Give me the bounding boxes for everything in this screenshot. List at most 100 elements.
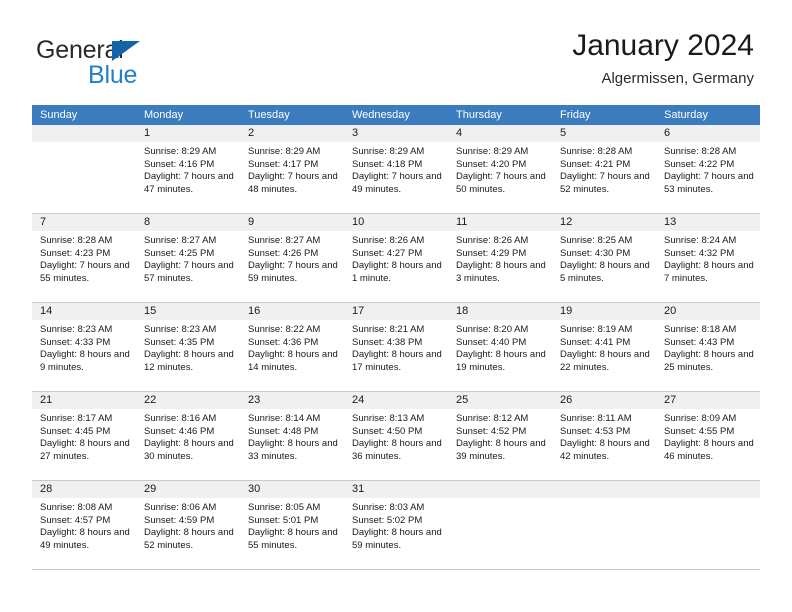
sunrise-text: Sunrise: 8:29 AM [456, 146, 529, 157]
sunset-text: Sunset: 4:21 PM [560, 158, 631, 170]
sunset-text: Sunset: 4:32 PM [664, 247, 735, 259]
sunset-text: Sunset: 4:57 PM [40, 514, 111, 526]
day-sun-info: Sunrise: 8:21 AM Sunset: 4:38 PM Daylight:… [344, 320, 448, 374]
sunrise-text: Sunrise: 8:06 AM [144, 502, 217, 513]
calendar-day-cell[interactable]: 7 Sunrise: 8:28 AM Sunset: 4:23 PM Daylight… [32, 214, 136, 302]
calendar-day-cell[interactable]: 5 Sunrise: 8:28 AM Sunset: 4:21 PM Daylight… [552, 125, 656, 213]
calendar-day-cell[interactable]: 30 Sunrise: 8:05 AM Sunset: 5:01 PM Dayligh… [240, 481, 344, 569]
day-sun-info: Sunrise: 8:08 AM Sunset: 4:57 PM Daylight:… [32, 498, 136, 552]
day-sun-info: Sunrise: 8:29 AM Sunset: 4:16 PM Daylight:… [136, 142, 240, 196]
sunset-text: Sunset: 4:59 PM [144, 514, 215, 526]
daylight-text: Daylight: 7 hours and 47 minutes. [144, 171, 234, 195]
day-number: 22 [136, 392, 240, 409]
calendar-day-cell[interactable]: 6 Sunrise: 8:28 AM Sunset: 4:22 PM Daylight… [656, 125, 760, 213]
calendar-day-cell[interactable]: 12 Sunrise: 8:25 AM Sunset: 4:30 PM Dayligh… [552, 214, 656, 302]
calendar-day-cell[interactable]: 25 Sunrise: 8:12 AM Sunset: 4:52 PM Dayligh… [448, 392, 552, 480]
sunset-text: Sunset: 4:35 PM [144, 336, 215, 348]
calendar-day-cell[interactable]: 17 Sunrise: 8:21 AM Sunset: 4:38 PM Dayligh… [344, 303, 448, 391]
calendar-day-cell[interactable]: 31 Sunrise: 8:03 AM Sunset: 5:02 PM Dayligh… [344, 481, 448, 569]
sunrise-text: Sunrise: 8:27 AM [144, 235, 217, 246]
day-number: 23 [240, 392, 344, 409]
weekday-header-row: Sunday Monday Tuesday Wednesday Thursday… [32, 105, 760, 125]
day-sun-info: Sunrise: 8:05 AM Sunset: 5:01 PM Daylight:… [240, 498, 344, 552]
calendar-day-cell[interactable]: 14 Sunrise: 8:23 AM Sunset: 4:33 PM Dayligh… [32, 303, 136, 391]
day-number: 7 [32, 214, 136, 231]
daylight-text: Daylight: 7 hours and 48 minutes. [248, 171, 338, 195]
day-number: 15 [136, 303, 240, 320]
sunset-text: Sunset: 4:25 PM [144, 247, 215, 259]
calendar-day-cell[interactable]: 19 Sunrise: 8:19 AM Sunset: 4:41 PM Dayligh… [552, 303, 656, 391]
sunrise-text: Sunrise: 8:29 AM [248, 146, 321, 157]
day-number: 27 [656, 392, 760, 409]
calendar-day-cell[interactable]: 20 Sunrise: 8:18 AM Sunset: 4:43 PM Dayligh… [656, 303, 760, 391]
day-number: 31 [344, 481, 448, 498]
day-number: 8 [136, 214, 240, 231]
calendar-day-cell[interactable]: 2 Sunrise: 8:29 AM Sunset: 4:17 PM Daylight… [240, 125, 344, 213]
sunrise-text: Sunrise: 8:23 AM [144, 324, 217, 335]
day-number: 16 [240, 303, 344, 320]
calendar-day-cell[interactable]: 27 Sunrise: 8:09 AM Sunset: 4:55 PM Dayligh… [656, 392, 760, 480]
sunrise-text: Sunrise: 8:25 AM [560, 235, 633, 246]
day-number: 25 [448, 392, 552, 409]
day-sun-info: Sunrise: 8:09 AM Sunset: 4:55 PM Daylight:… [656, 409, 760, 463]
daylight-text: Daylight: 7 hours and 49 minutes. [352, 171, 442, 195]
sunset-text: Sunset: 4:17 PM [248, 158, 319, 170]
general-blue-logo[interactable]: General Blue [36, 36, 236, 90]
calendar-day-cell[interactable]: 23 Sunrise: 8:14 AM Sunset: 4:48 PM Dayligh… [240, 392, 344, 480]
calendar-day-cell[interactable]: 10 Sunrise: 8:26 AM Sunset: 4:27 PM Dayligh… [344, 214, 448, 302]
calendar-day-cell[interactable]: 15 Sunrise: 8:23 AM Sunset: 4:35 PM Dayligh… [136, 303, 240, 391]
day-sun-info: Sunrise: 8:23 AM Sunset: 4:33 PM Daylight:… [32, 320, 136, 374]
day-number: 18 [448, 303, 552, 320]
calendar-week-row: 21 Sunrise: 8:17 AM Sunset: 4:45 PM Dayligh… [32, 392, 760, 481]
sunset-text: Sunset: 4:40 PM [456, 336, 527, 348]
sunrise-text: Sunrise: 8:29 AM [352, 146, 425, 157]
daylight-text: Daylight: 8 hours and 52 minutes. [144, 527, 234, 551]
calendar-day-cell[interactable]: 29 Sunrise: 8:06 AM Sunset: 4:59 PM Dayligh… [136, 481, 240, 569]
calendar-day-cell[interactable]: 3 Sunrise: 8:29 AM Sunset: 4:18 PM Daylight… [344, 125, 448, 213]
calendar-day-cell[interactable]: 28 Sunrise: 8:08 AM Sunset: 4:57 PM Dayligh… [32, 481, 136, 569]
day-sun-info: Sunrise: 8:20 AM Sunset: 4:40 PM Daylight:… [448, 320, 552, 374]
calendar-day-cell[interactable]: 11 Sunrise: 8:26 AM Sunset: 4:29 PM Dayligh… [448, 214, 552, 302]
sunset-text: Sunset: 4:50 PM [352, 425, 423, 437]
daylight-text: Daylight: 8 hours and 9 minutes. [40, 349, 130, 373]
calendar-day-cell[interactable]: 26 Sunrise: 8:11 AM Sunset: 4:53 PM Dayligh… [552, 392, 656, 480]
calendar-day-cell[interactable]: 18 Sunrise: 8:20 AM Sunset: 4:40 PM Dayligh… [448, 303, 552, 391]
calendar-day-cell[interactable]: 13 Sunrise: 8:24 AM Sunset: 4:32 PM Dayligh… [656, 214, 760, 302]
day-sun-info: Sunrise: 8:28 AM Sunset: 4:22 PM Daylight:… [656, 142, 760, 196]
sunset-text: Sunset: 5:02 PM [352, 514, 423, 526]
calendar-day-cell[interactable]: 9 Sunrise: 8:27 AM Sunset: 4:26 PM Daylight… [240, 214, 344, 302]
day-sun-info: Sunrise: 8:14 AM Sunset: 4:48 PM Daylight:… [240, 409, 344, 463]
sunrise-text: Sunrise: 8:28 AM [40, 235, 113, 246]
calendar-day-cell[interactable]: 21 Sunrise: 8:17 AM Sunset: 4:45 PM Dayligh… [32, 392, 136, 480]
weekday-header-monday: Monday [144, 109, 184, 121]
sunset-text: Sunset: 4:29 PM [456, 247, 527, 259]
day-number: 20 [656, 303, 760, 320]
daylight-text: Daylight: 8 hours and 25 minutes. [664, 349, 754, 373]
calendar-week-row: 7 Sunrise: 8:28 AM Sunset: 4:23 PM Daylight… [32, 214, 760, 303]
calendar-day-cell[interactable]: 1 Sunrise: 8:29 AM Sunset: 4:16 PM Daylight… [136, 125, 240, 213]
logo-triangle-icon [112, 41, 140, 61]
day-sun-info: Sunrise: 8:26 AM Sunset: 4:29 PM Daylight:… [448, 231, 552, 285]
calendar-grid: Sunday Monday Tuesday Wednesday Thursday… [32, 105, 760, 570]
day-sun-info: Sunrise: 8:12 AM Sunset: 4:52 PM Daylight:… [448, 409, 552, 463]
sunrise-text: Sunrise: 8:14 AM [248, 413, 321, 424]
day-sun-info: Sunrise: 8:22 AM Sunset: 4:36 PM Daylight:… [240, 320, 344, 374]
calendar-day-cell[interactable]: 8 Sunrise: 8:27 AM Sunset: 4:25 PM Daylight… [136, 214, 240, 302]
calendar-day-cell[interactable]: 22 Sunrise: 8:16 AM Sunset: 4:46 PM Dayligh… [136, 392, 240, 480]
sunset-text: Sunset: 4:43 PM [664, 336, 735, 348]
day-sun-info: Sunrise: 8:03 AM Sunset: 5:02 PM Daylight:… [344, 498, 448, 552]
calendar-day-cell[interactable]: 4 Sunrise: 8:29 AM Sunset: 4:20 PM Daylight… [448, 125, 552, 213]
sunrise-text: Sunrise: 8:13 AM [352, 413, 425, 424]
calendar-day-cell[interactable]: 24 Sunrise: 8:13 AM Sunset: 4:50 PM Dayligh… [344, 392, 448, 480]
sunrise-text: Sunrise: 8:09 AM [664, 413, 737, 424]
daylight-text: Daylight: 8 hours and 7 minutes. [664, 260, 754, 284]
sunset-text: Sunset: 4:30 PM [560, 247, 631, 259]
weekday-header-tuesday: Tuesday [248, 109, 290, 121]
sunset-text: Sunset: 4:48 PM [248, 425, 319, 437]
day-number: 26 [552, 392, 656, 409]
sunset-text: Sunset: 4:22 PM [664, 158, 735, 170]
sunset-text: Sunset: 4:27 PM [352, 247, 423, 259]
sunset-text: Sunset: 4:33 PM [40, 336, 111, 348]
sunrise-text: Sunrise: 8:27 AM [248, 235, 321, 246]
calendar-day-cell[interactable]: 16 Sunrise: 8:22 AM Sunset: 4:36 PM Dayligh… [240, 303, 344, 391]
